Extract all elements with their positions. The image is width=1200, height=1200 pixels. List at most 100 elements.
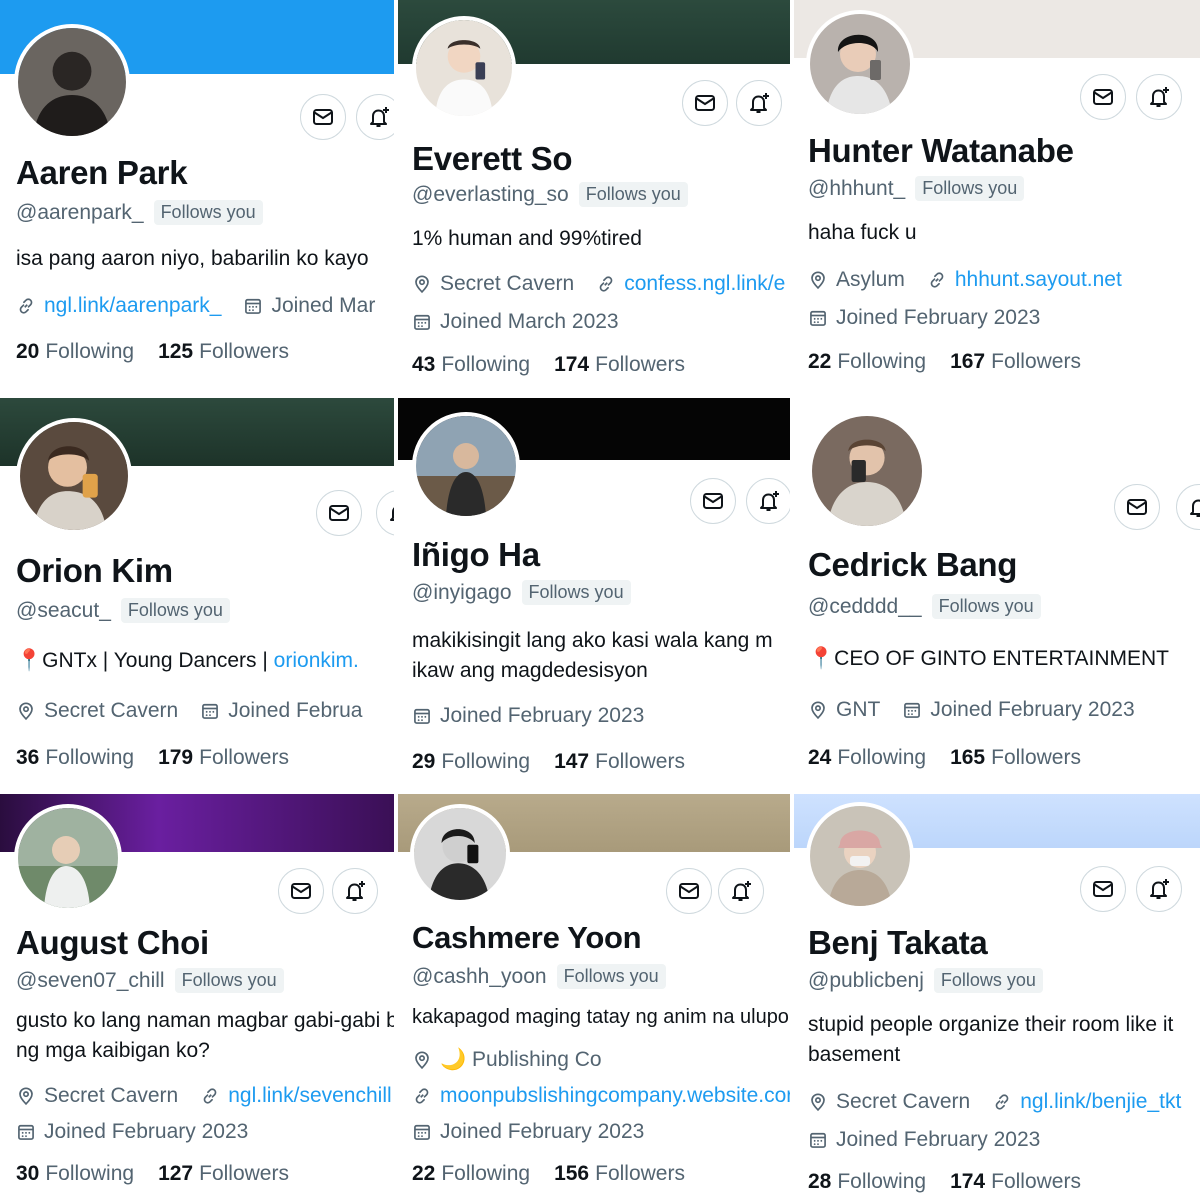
following-count[interactable]: 22 Following (412, 1162, 530, 1186)
profile-link[interactable]: hhhunt.sayout.net (955, 268, 1122, 292)
handle[interactable]: @inyigago (412, 581, 512, 605)
avatar[interactable] (412, 412, 520, 520)
profile-link[interactable]: ngl.link/aarenpark_ (44, 294, 221, 318)
handle-row: @cedddd__ Follows you (808, 594, 1041, 619)
handle[interactable]: @seven07_chill (16, 969, 165, 993)
stats-row: 29 Following 147 Followers (412, 750, 709, 774)
meta-row: Secret Cavern ngl.link/sevenchill (16, 1084, 392, 1108)
following-count[interactable]: 30 Following (16, 1162, 134, 1186)
avatar[interactable] (16, 418, 132, 534)
followers-count[interactable]: 165 Followers (950, 746, 1081, 770)
notify-button[interactable] (1136, 866, 1182, 912)
meta-row-2: Joined February 2023 (808, 1128, 1040, 1152)
notify-button[interactable] (332, 868, 378, 914)
follows-you-badge: Follows you (578, 182, 688, 207)
location: Secret Cavern (44, 1084, 179, 1107)
bio: 1% human and 99%tired (412, 227, 642, 250)
notify-button[interactable] (718, 868, 764, 914)
followers-count[interactable]: 179 Followers (158, 746, 289, 770)
message-button[interactable] (690, 478, 736, 524)
followers-count[interactable]: 125 Followers (158, 340, 289, 364)
location-pin-icon (808, 270, 828, 290)
handle[interactable]: @publicbenj (808, 969, 924, 993)
following-count[interactable]: 22 Following (808, 350, 926, 374)
followers-count[interactable]: 174 Followers (950, 1170, 1081, 1194)
message-button[interactable] (666, 868, 712, 914)
bio-link[interactable]: orionkim. (274, 649, 359, 672)
notify-button[interactable] (376, 490, 396, 536)
avatar[interactable] (410, 804, 510, 904)
notify-button[interactable] (1136, 74, 1182, 120)
notify-button[interactable] (356, 94, 396, 140)
joined-date: Joined February 2023 (440, 1120, 645, 1143)
avatar[interactable] (412, 16, 516, 120)
message-button[interactable] (1114, 484, 1160, 530)
avatar[interactable] (14, 804, 122, 912)
bio: stupid people organize their room like i… (808, 1013, 1174, 1066)
avatar[interactable] (806, 10, 914, 118)
following-count[interactable]: 24 Following (808, 746, 926, 770)
stats-row: 30 Following 127 Followers (16, 1162, 313, 1186)
mail-icon (677, 879, 701, 903)
notify-button[interactable] (1176, 484, 1200, 530)
link-icon (992, 1092, 1012, 1112)
meta-row-2: moonpubslishingcompany.website.cor (412, 1084, 792, 1108)
handle[interactable]: @cashh_yoon (412, 965, 547, 989)
handle[interactable]: @hhhunt_ (808, 177, 905, 201)
location-pin-icon (412, 1050, 432, 1070)
bio: gusto ko lang naman magbar gabi-gabi b n… (16, 1009, 396, 1062)
display-name: Benj Takata (808, 924, 988, 961)
profile-link[interactable]: moonpubslishingcompany.website.cor (440, 1084, 792, 1108)
notify-button[interactable] (736, 80, 782, 126)
following-count[interactable]: 28 Following (808, 1170, 926, 1194)
followers-count[interactable]: 127 Followers (158, 1162, 289, 1186)
bell-plus-icon (729, 879, 753, 903)
display-name: Hunter Watanabe (808, 132, 1074, 169)
calendar-icon (412, 1122, 432, 1142)
message-button[interactable] (316, 490, 362, 536)
following-count[interactable]: 43 Following (412, 353, 530, 377)
following-count[interactable]: 36 Following (16, 746, 134, 770)
profile-link[interactable]: ngl.link/sevenchill (228, 1084, 391, 1108)
meta-row-3: Joined February 2023 (412, 1120, 644, 1144)
joined-date: Joined Mar (271, 294, 376, 317)
location: Secret Cavern (440, 272, 575, 295)
location-pin-icon (16, 701, 36, 721)
link-icon (596, 274, 616, 294)
notify-button[interactable] (746, 478, 792, 524)
following-count[interactable]: 20 Following (16, 340, 134, 364)
message-button[interactable] (1080, 866, 1126, 912)
followers-count[interactable]: 156 Followers (554, 1162, 685, 1186)
mail-icon (1125, 495, 1149, 519)
followers-count[interactable]: 174 Followers (554, 353, 685, 377)
meta-row: 🌙 Publishing Co (412, 1048, 602, 1072)
stats-row: 24 Following 165 Followers (808, 746, 1105, 770)
message-button[interactable] (1080, 74, 1126, 120)
bio: 📍CEO OF GINTO ENTERTAINMENT (808, 647, 1169, 670)
stats-row: 20 Following 125 Followers (16, 340, 313, 364)
stats-row: 22 Following 156 Followers (412, 1162, 709, 1186)
meta-row: GNT Joined February 2023 (808, 698, 1135, 722)
joined-date: Joined March 2023 (440, 310, 619, 333)
follows-you-badge: Follows you (174, 968, 284, 993)
handle[interactable]: @everlasting_so (412, 183, 569, 207)
link-icon (16, 296, 36, 316)
message-button[interactable] (278, 868, 324, 914)
avatar[interactable] (806, 802, 914, 910)
avatar[interactable] (14, 24, 130, 140)
followers-count[interactable]: 167 Followers (950, 350, 1081, 374)
handle[interactable]: @seacut_ (16, 599, 111, 623)
profile-card-hunter: Hunter Watanabe @hhhunt_ Follows you hah… (792, 0, 1200, 396)
avatar[interactable] (808, 412, 926, 530)
message-button[interactable] (682, 80, 728, 126)
message-button[interactable] (300, 94, 346, 140)
followers-count[interactable]: 147 Followers (554, 750, 685, 774)
handle-row: @inyigago Follows you (412, 580, 631, 605)
profile-link[interactable]: confess.ngl.link/e (624, 272, 785, 296)
mail-icon (1091, 877, 1115, 901)
handle[interactable]: @cedddd__ (808, 595, 922, 619)
following-count[interactable]: 29 Following (412, 750, 530, 774)
profile-link[interactable]: ngl.link/benjie_tkt (1020, 1090, 1181, 1114)
follows-you-badge: Follows you (521, 580, 631, 605)
handle[interactable]: @aarenpark_ (16, 201, 144, 225)
